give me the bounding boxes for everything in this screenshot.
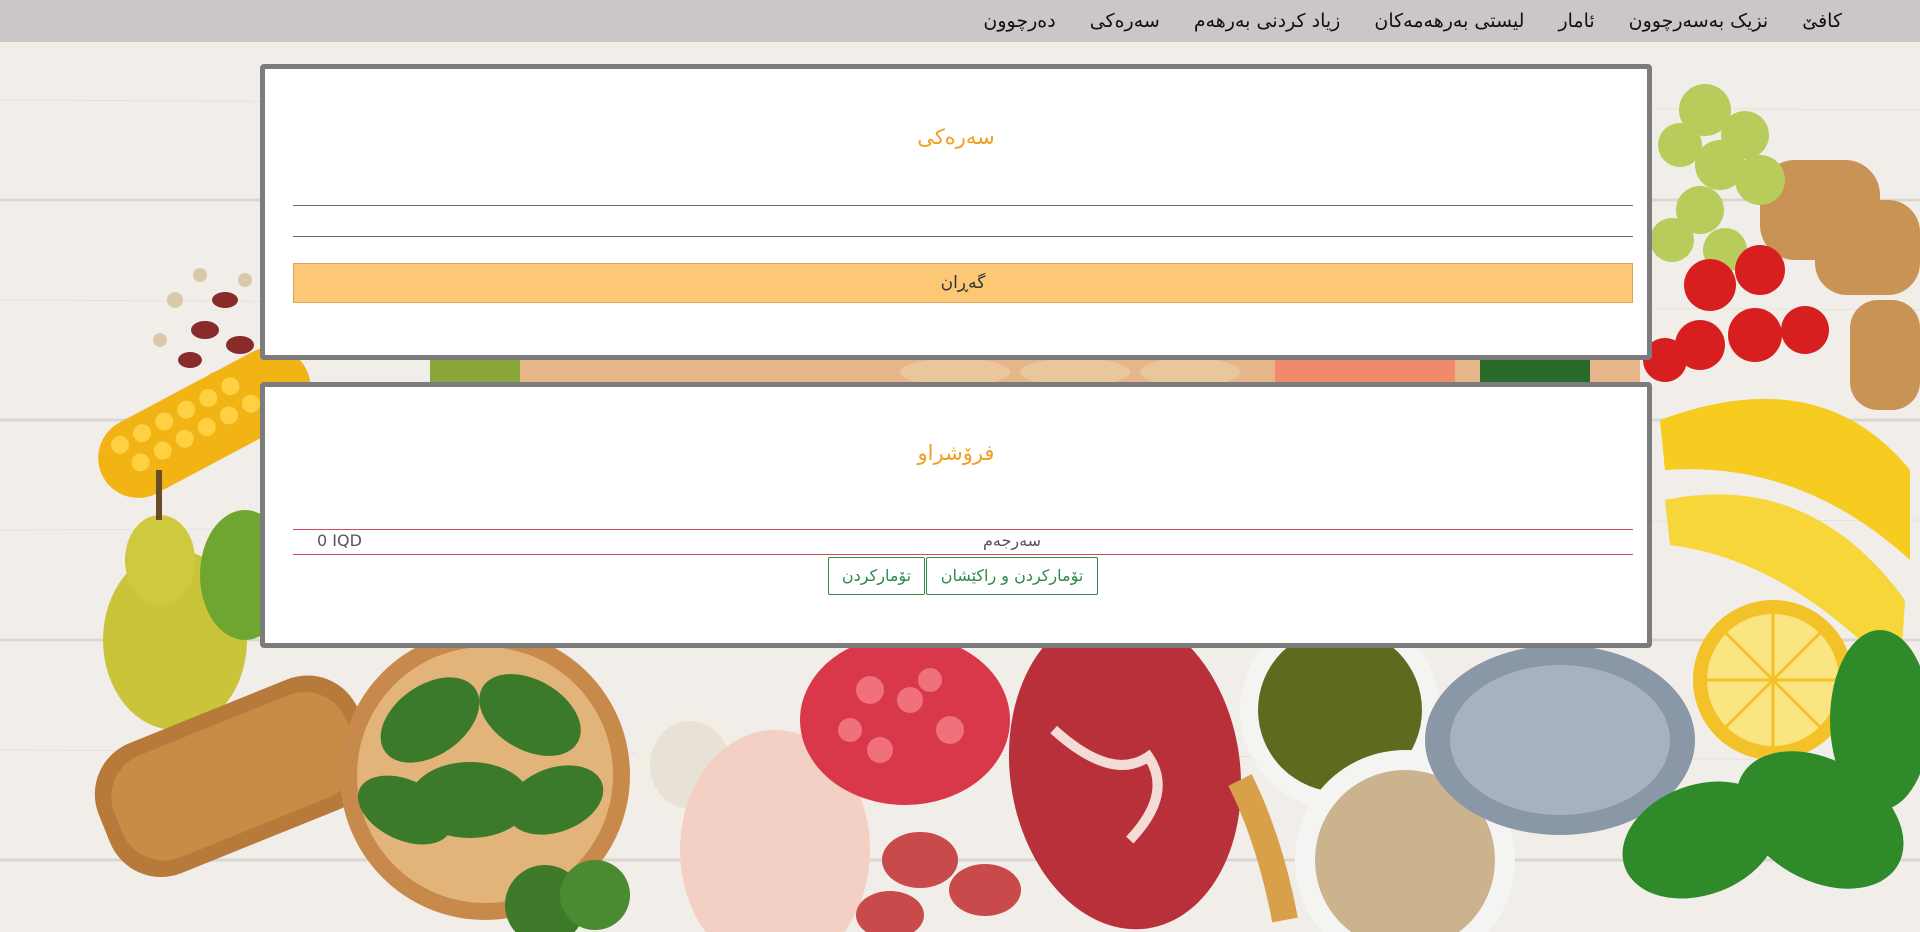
nav-item-add-product[interactable]: زیاد کردنی بەرهەم	[1194, 10, 1341, 32]
sold-panel-title: فرۆشراو	[917, 441, 995, 465]
search-field-1[interactable]	[293, 205, 1633, 206]
register-and-print-button[interactable]: تۆمارکردن و راکێشان	[926, 557, 1098, 595]
total-label: سەرجەم	[983, 531, 1042, 550]
nav-item-cafe[interactable]: کافێ	[1802, 10, 1842, 32]
sold-panel: فرۆشراو سەرجەم 0 IQD تۆمارکردن و راکێشان…	[260, 382, 1652, 648]
nav-item-near-expiry[interactable]: نزیک بەسەرچوون	[1629, 10, 1769, 32]
total-row: سەرجەم 0 IQD	[293, 529, 1633, 555]
search-panel-title: سەرەکی	[917, 125, 995, 149]
total-value: 0 IQD	[317, 531, 362, 550]
nav-item-logout[interactable]: دەرچوون	[983, 10, 1055, 32]
search-button[interactable]: گەڕان	[293, 263, 1633, 303]
register-button[interactable]: تۆمارکردن	[828, 557, 925, 595]
search-field-2[interactable]	[293, 236, 1633, 237]
nav-item-home[interactable]: سەرەکی	[1090, 10, 1160, 32]
search-panel: سەرەکی گەڕان	[260, 64, 1652, 360]
nav-menu: کافێ نزیک بەسەرچوون ئامار لیستی بەرهەمەک…	[0, 0, 1920, 42]
nav-item-products-list[interactable]: لیستی بەرهەمەکان	[1374, 10, 1524, 32]
nav-item-statistics[interactable]: ئامار	[1558, 10, 1594, 32]
top-navigation: کافێ نزیک بەسەرچوون ئامار لیستی بەرهەمەک…	[0, 0, 1920, 42]
